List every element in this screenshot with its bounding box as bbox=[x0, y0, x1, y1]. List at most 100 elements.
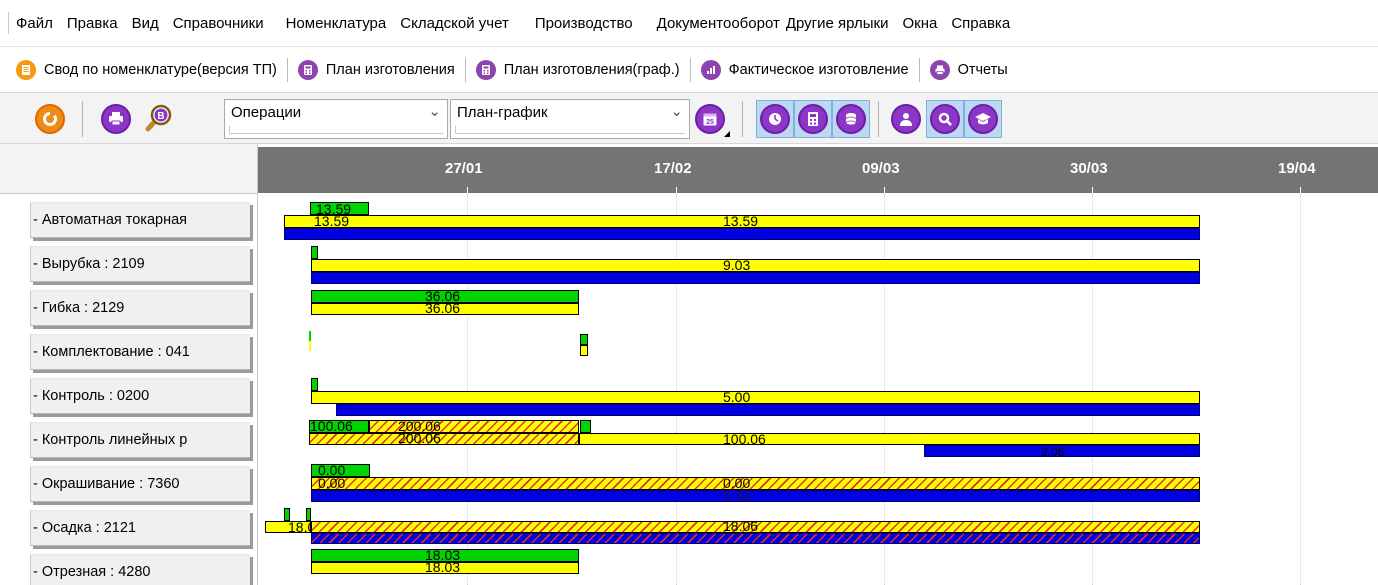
shortcut-divider bbox=[918, 57, 920, 82]
row-header[interactable]: - Окрашивание : 7360 bbox=[30, 466, 250, 502]
bar-label: 0.00 bbox=[318, 475, 346, 491]
menu-other-shortcuts[interactable]: Другие ярлыки bbox=[786, 15, 889, 32]
timeline-tick bbox=[1300, 187, 1301, 193]
settings-button[interactable] bbox=[926, 100, 964, 138]
menu-production[interactable]: Производство bbox=[535, 15, 633, 32]
gantt-bar-load[interactable] bbox=[311, 533, 1200, 544]
gantt-bar-plan[interactable] bbox=[311, 259, 1200, 272]
menu-document-flow[interactable]: Документооборот bbox=[657, 15, 780, 32]
timeline-tick bbox=[1092, 187, 1093, 193]
refresh-button[interactable] bbox=[32, 101, 68, 137]
menu-file[interactable]: Файл bbox=[16, 15, 53, 32]
menu-nomenclature[interactable]: Номенклатура bbox=[286, 15, 387, 32]
worker-icon bbox=[891, 104, 921, 134]
gantt-bar-load[interactable] bbox=[311, 490, 1200, 502]
shortcut-label: Фактическое изготовление bbox=[728, 61, 909, 78]
shortcut-production-plan-graph[interactable]: План изготовления(граф.) bbox=[468, 55, 688, 85]
bar-label: 18.03 bbox=[425, 559, 461, 575]
row-header[interactable]: - Комплектование : 041 bbox=[30, 334, 250, 370]
row-header[interactable]: - Контроль линейных р bbox=[30, 422, 250, 458]
menu-reference-books[interactable]: Справочники bbox=[173, 15, 264, 32]
chart-icon bbox=[700, 59, 721, 80]
combo-tick bbox=[455, 126, 456, 134]
gridline bbox=[1300, 194, 1301, 585]
gantt-bar-fact[interactable] bbox=[580, 420, 591, 433]
row-header[interactable]: - Гибка : 2129 bbox=[30, 290, 250, 326]
timeline-label: 30/03 bbox=[1070, 160, 1108, 177]
clock-button[interactable] bbox=[756, 100, 794, 138]
gantt-bar-load[interactable] bbox=[311, 272, 1200, 284]
gantt-bar-plan[interactable] bbox=[311, 391, 1200, 404]
clock-icon bbox=[760, 104, 790, 134]
calendar-day: 25 bbox=[706, 119, 714, 126]
gantt-bar-plan[interactable] bbox=[580, 345, 588, 356]
menu-help[interactable]: Справка bbox=[951, 15, 1010, 32]
shortcut-divider bbox=[689, 57, 691, 82]
chevron-down-icon: ⌄ bbox=[670, 103, 683, 120]
timeline-label: 17/02 bbox=[654, 160, 692, 177]
graduation-cap-icon bbox=[968, 104, 998, 134]
calculator-icon bbox=[475, 59, 496, 80]
row-header[interactable]: - Контроль : 0200 bbox=[30, 378, 250, 414]
shortcut-bar: Свод по номенклатуре(версия ТП) План изг… bbox=[0, 46, 1378, 92]
bar-label: 100.06 bbox=[723, 431, 766, 447]
print-button[interactable] bbox=[98, 101, 134, 137]
shortcut-summary-nomenclature[interactable]: Свод по номенклатуре(версия ТП) bbox=[8, 55, 285, 85]
toolbar: B Операции ⌄ План-график ⌄ 25 bbox=[0, 92, 1378, 144]
dropdown-triangle-icon bbox=[724, 131, 730, 137]
timeline-label: 19/04 bbox=[1278, 160, 1316, 177]
shortcut-production-plan[interactable]: План изготовления bbox=[290, 55, 463, 85]
menu-edit[interactable]: Правка bbox=[67, 15, 118, 32]
bar-label: 200.06 bbox=[398, 430, 441, 446]
gantt-bar-load[interactable] bbox=[284, 228, 1200, 240]
shortcut-divider bbox=[286, 57, 288, 82]
worker-button[interactable] bbox=[888, 101, 924, 137]
gantt-bar-plan[interactable] bbox=[309, 341, 311, 351]
shortcut-label: План изготовления(граф.) bbox=[503, 61, 680, 78]
find-button[interactable]: B bbox=[140, 101, 176, 137]
coins-button[interactable] bbox=[832, 100, 870, 138]
gantt-bar-overdue[interactable] bbox=[309, 433, 579, 445]
row-list: - Автоматная токарная - Вырубка : 2109 -… bbox=[0, 194, 258, 585]
calendar-button[interactable]: 25 bbox=[692, 101, 730, 137]
group-by-dropdown[interactable]: Операции ⌄ bbox=[224, 99, 448, 139]
menu-grip bbox=[8, 12, 9, 34]
bar-label: 5.00 bbox=[723, 389, 751, 405]
gantt-bar-fact[interactable] bbox=[311, 378, 318, 391]
calendar-icon: 25 bbox=[695, 104, 725, 134]
gantt-bar-fact[interactable] bbox=[580, 334, 588, 345]
gantt-bar-plan[interactable] bbox=[579, 433, 1200, 445]
menu-warehouse[interactable]: Складской учет bbox=[400, 15, 509, 32]
gantt-bar-fact[interactable] bbox=[309, 331, 311, 341]
coins-icon bbox=[836, 104, 866, 134]
gantt-bar-fact[interactable] bbox=[311, 246, 318, 259]
shortcut-reports[interactable]: Отчеты bbox=[922, 55, 1016, 85]
gantt-chart: 27/01 17/02 09/03 30/03 19/04 - Автоматн… bbox=[0, 144, 1378, 585]
view-dropdown[interactable]: План-график ⌄ bbox=[450, 99, 690, 139]
bar-label: 100.06 bbox=[310, 418, 353, 434]
menu-bar: Файл Правка Вид Справочники Номенклатура… bbox=[0, 0, 1378, 46]
shortcut-actual-production[interactable]: Фактическое изготовление bbox=[693, 55, 917, 85]
row-header[interactable]: - Осадка : 2121 bbox=[30, 510, 250, 546]
timeline-tick bbox=[676, 187, 677, 193]
bar-label: 9.03 bbox=[723, 257, 751, 273]
bar-label: 13.59 bbox=[314, 213, 350, 229]
timeline-header: 27/01 17/02 09/03 30/03 19/04 bbox=[258, 147, 1378, 193]
bar-label: 36.06 bbox=[425, 300, 461, 316]
gantt-plot-area: 13.59 13.59 13.59 9.03 36.06 36.06 5.00 … bbox=[258, 194, 1378, 585]
row-header[interactable]: - Вырубка : 2109 bbox=[30, 246, 250, 282]
menu-view[interactable]: Вид bbox=[132, 15, 159, 32]
svg-text:B: B bbox=[157, 111, 164, 122]
combo-underline bbox=[229, 133, 443, 134]
gantt-bar-overdue[interactable] bbox=[311, 477, 1200, 490]
menu-windows[interactable]: Окна bbox=[902, 15, 937, 32]
training-button[interactable] bbox=[964, 100, 1002, 138]
group-by-value: Операции bbox=[231, 104, 302, 121]
row-header[interactable]: - Отрезная : 4280 bbox=[30, 554, 250, 585]
row-header[interactable]: - Автоматная токарная bbox=[30, 202, 250, 238]
toolbar-divider bbox=[878, 101, 879, 137]
calculator-icon bbox=[297, 59, 318, 80]
timeline-label: 27/01 bbox=[445, 160, 483, 177]
calculator-button[interactable] bbox=[794, 100, 832, 138]
gantt-bar-load[interactable] bbox=[336, 404, 1200, 416]
